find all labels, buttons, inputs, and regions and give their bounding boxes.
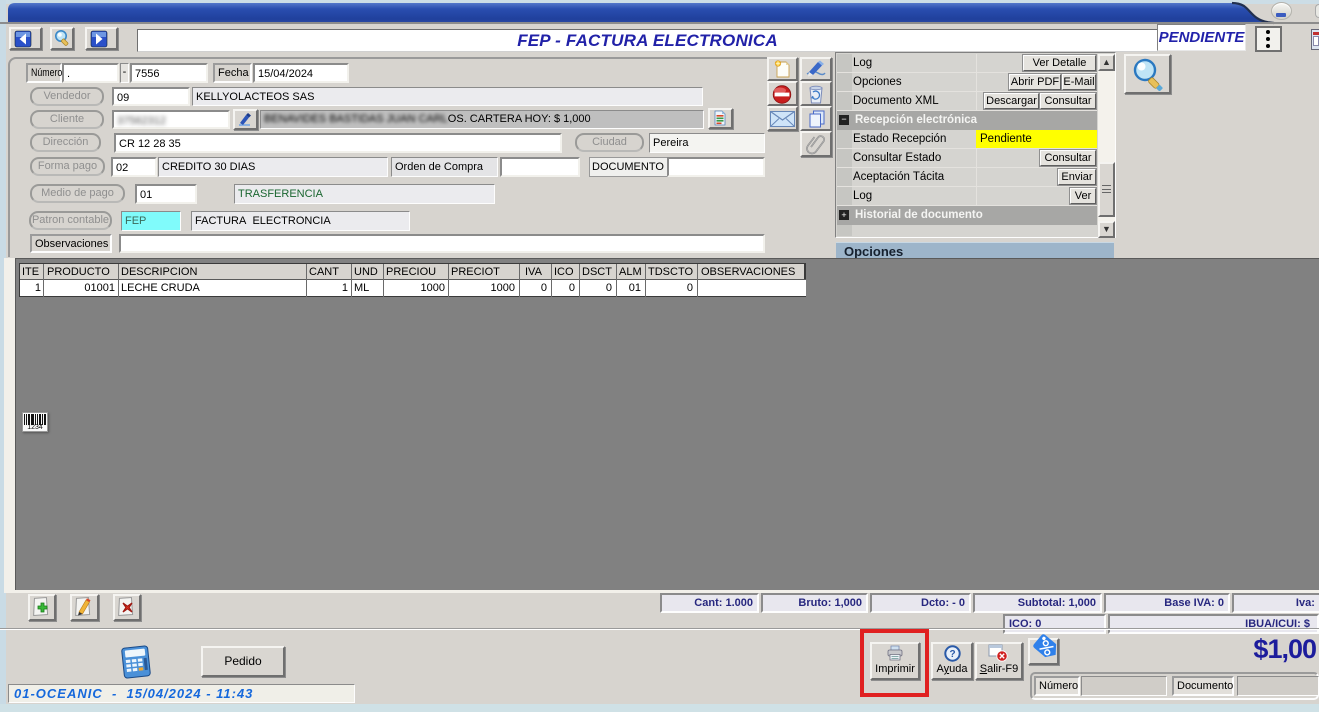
svg-text:?: ? bbox=[949, 649, 955, 660]
